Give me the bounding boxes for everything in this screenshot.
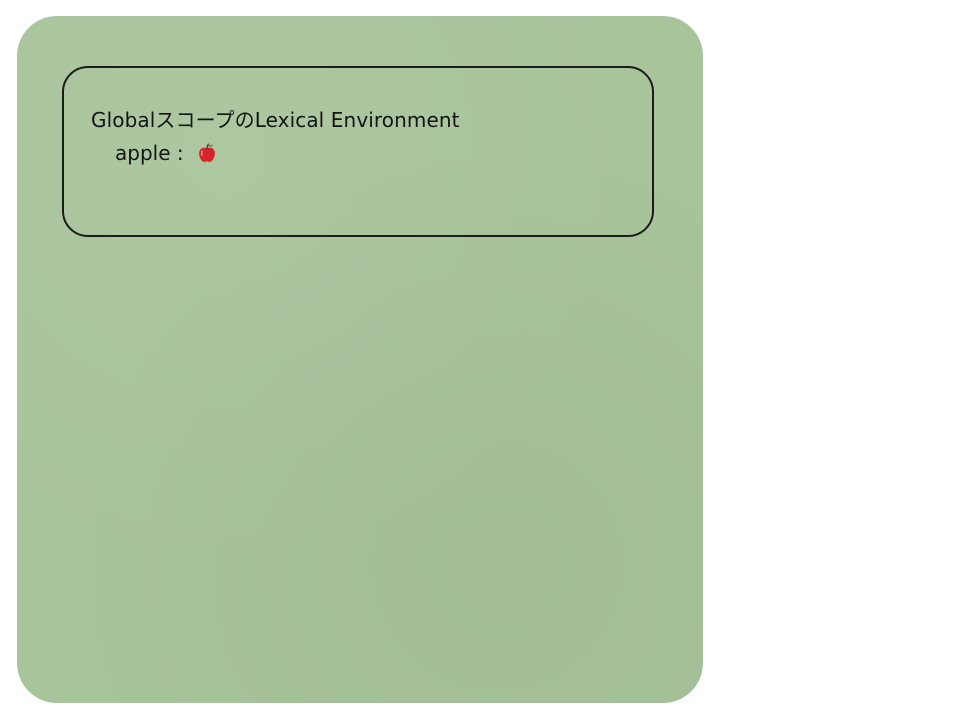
global-lexical-environment-box: GlobalスコープのLexical Environment apple :	[62, 66, 654, 237]
scope-title: GlobalスコープのLexical Environment	[91, 108, 460, 132]
slide: GlobalスコープのLexical Environment apple :	[0, 0, 960, 720]
binding-name: apple	[115, 141, 171, 165]
diagram-card: GlobalスコープのLexical Environment apple :	[17, 16, 703, 703]
binding-separator: :	[170, 141, 190, 165]
binding-row: apple :	[115, 141, 218, 165]
apple-icon	[196, 142, 218, 164]
